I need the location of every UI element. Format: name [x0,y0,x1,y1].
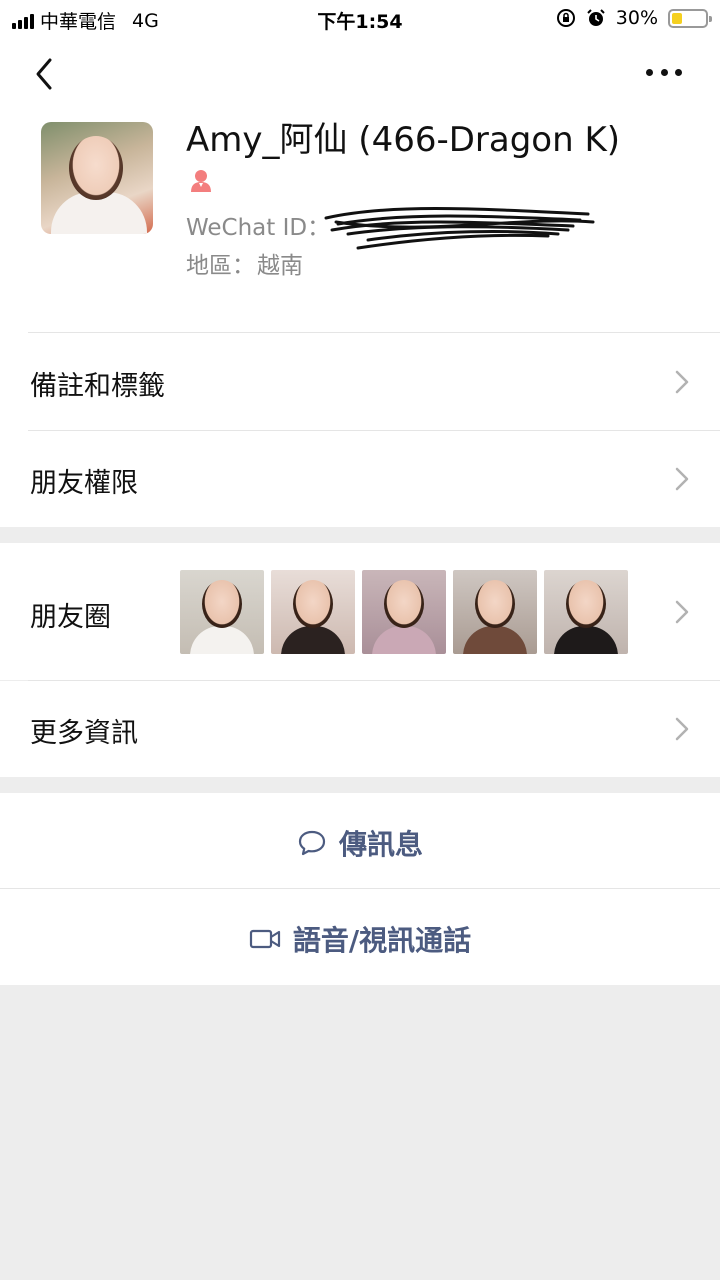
divider [28,332,720,333]
battery-icon [668,8,712,28]
more-info-row[interactable]: 更多資訊 [0,681,720,777]
region-value: 越南 [257,253,303,279]
video-camera-icon [249,929,280,949]
moment-photo [362,570,446,654]
chevron-right-icon [675,717,689,741]
chevron-right-icon [675,467,689,491]
voice-video-call-label: 語音/視訊通話 [292,924,472,957]
chevron-right-icon [675,370,689,394]
chevron-right-icon [675,600,689,624]
battery-percent: 30% [615,7,658,29]
more-dots-icon[interactable] [646,64,682,80]
moments-label: 朋友圈 [30,602,111,633]
female-user-icon [191,170,211,192]
voice-video-call-button[interactable]: 語音/視訊通話 [0,889,720,985]
moment-photo [544,570,628,654]
wechat-id-label: WeChat ID： [186,215,331,241]
moments-row[interactable]: 朋友圈 [0,543,720,680]
remarks-tags-label: 備註和標籤 [30,371,165,402]
chevron-left-icon[interactable] [30,56,62,92]
moment-photo [453,570,537,654]
battery-level [672,12,682,24]
moment-photo [271,570,355,654]
profile-name: Amy_阿仙 (466-Dragon K) [186,120,621,160]
redaction-scribble [324,207,595,250]
moments-thumbnails [180,570,628,654]
send-message-label: 傳訊息 [338,828,423,861]
chat-bubble-icon [298,830,326,856]
friend-permissions-row[interactable]: 朋友權限 [0,431,720,527]
region: 地區：越南 [186,246,303,280]
region-label: 地區： [186,253,255,279]
friend-permissions-label: 朋友權限 [30,468,138,499]
send-message-button[interactable]: 傳訊息 [0,793,720,888]
more-info-label: 更多資訊 [30,718,138,749]
alarm-icon [587,9,605,26]
wechat-id: WeChat ID： [186,208,330,242]
avatar[interactable] [41,122,153,234]
orientation-lock-icon [556,9,575,27]
remarks-tags-row[interactable]: 備註和標籤 [0,334,720,430]
status-bar: 中華電信 4G 下午1:54 30% [0,0,720,36]
moment-photo [180,570,264,654]
